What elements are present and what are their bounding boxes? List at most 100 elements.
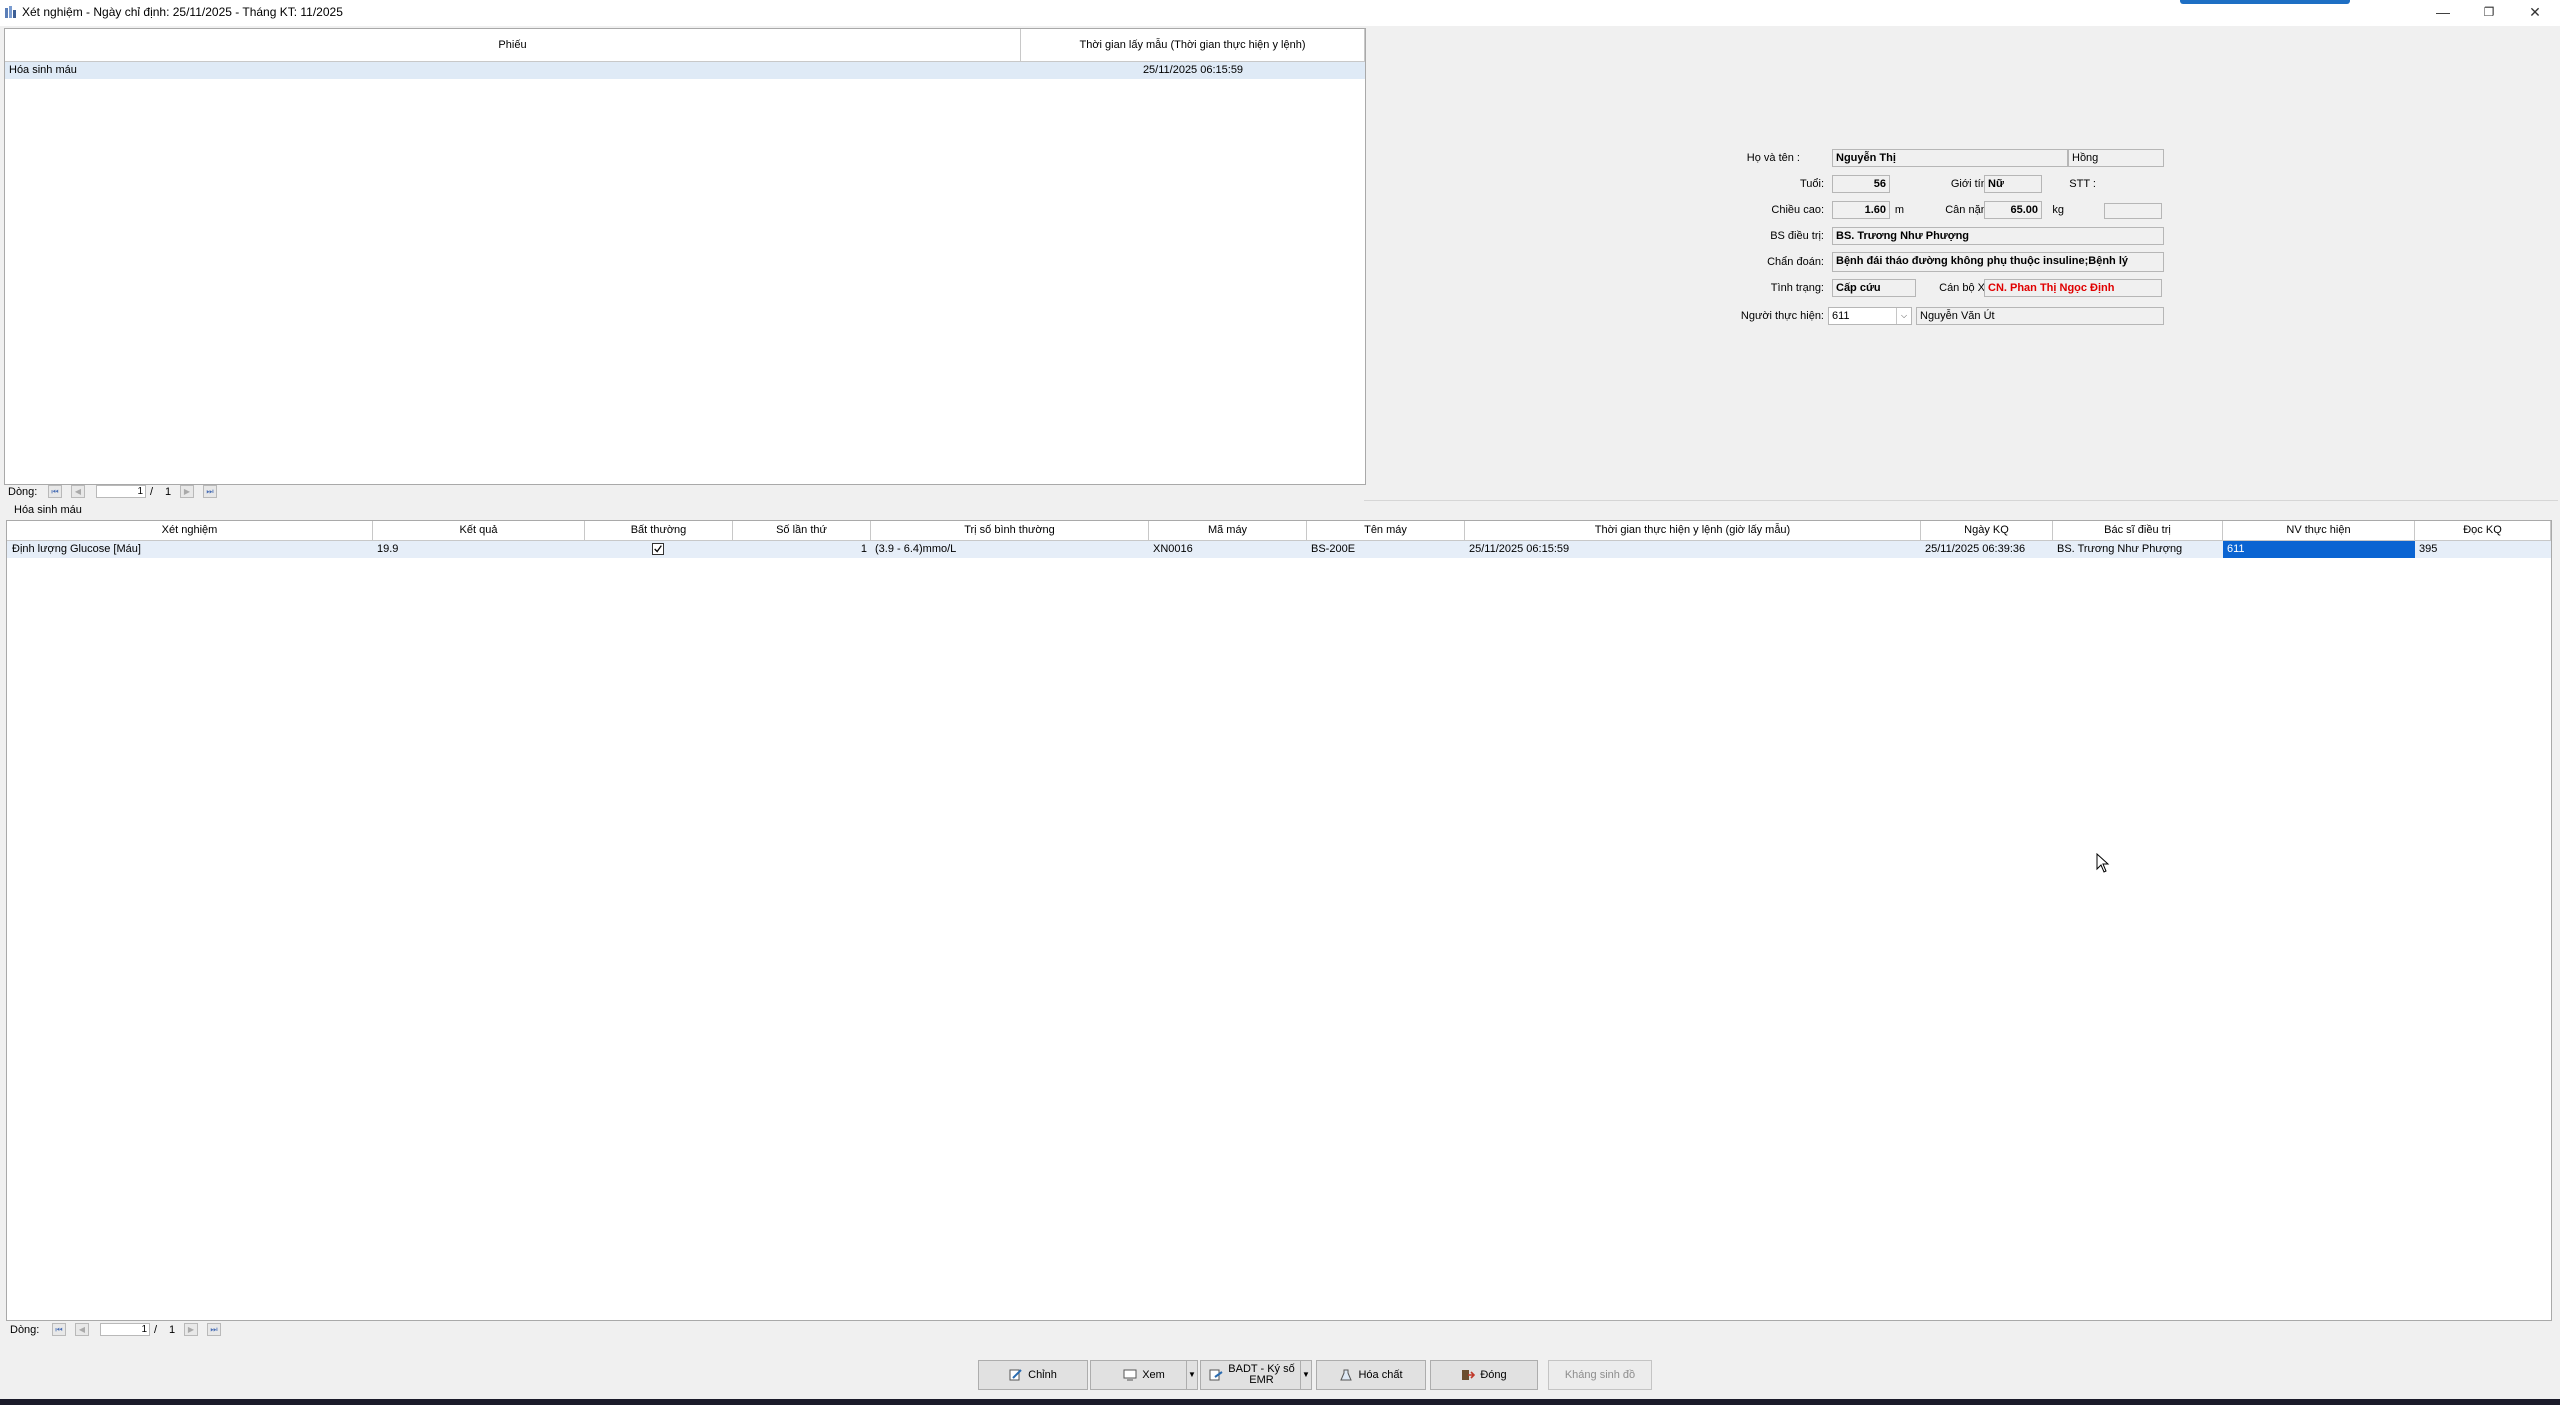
page-input[interactable]: 1	[100, 1323, 150, 1336]
age-field[interactable]: 56	[1832, 175, 1890, 193]
performer-label: Người thực hiện:	[1740, 310, 1824, 322]
height-field[interactable]: 1.60	[1832, 201, 1890, 219]
col-header-reader[interactable]: Đọc KQ	[2415, 521, 2551, 541]
results-group-label: Hóa sinh máu	[14, 504, 82, 516]
col-header-staff[interactable]: NV thực hiện	[2223, 521, 2415, 541]
doctor-label: BS điều trị:	[1770, 230, 1824, 242]
col-header-result[interactable]: Kết quả	[373, 521, 585, 541]
lab-staff-field[interactable]: CN. Phan Thị Ngọc Định	[1984, 279, 2162, 297]
result-staff-cell[interactable]: 611	[2223, 541, 2415, 558]
next-page-button[interactable]: ▶	[184, 1323, 198, 1336]
pager-separator: /	[154, 1324, 158, 1336]
view-label: Xem	[1142, 1369, 1165, 1381]
result-machine-name: BS-200E	[1311, 543, 1356, 555]
antibiotic-label: Kháng sinh đồ	[1564, 1369, 1636, 1381]
col-header-test[interactable]: Xét nghiệm	[7, 521, 373, 541]
abnormal-checkbox[interactable]	[652, 543, 664, 555]
lab-app-icon	[5, 6, 16, 18]
chemicals-label: Hóa chất	[1358, 1369, 1403, 1381]
check-icon	[654, 545, 662, 553]
stt-label: STT :	[2069, 178, 2096, 190]
panel-divider	[1364, 500, 2558, 501]
name-label: Họ và tên :	[1746, 152, 1800, 164]
result-doctor: BS. Trương Như Phượng	[2057, 543, 2183, 555]
pager-label: Dòng:	[8, 486, 38, 498]
restore-button[interactable]: ❐	[2466, 0, 2512, 26]
flask-icon	[1340, 1369, 1353, 1381]
pager-label: Dòng:	[10, 1324, 40, 1336]
col-header-normal-range[interactable]: Trị số bình thường	[871, 521, 1149, 541]
diagnosis-field[interactable]: Bệnh đái tháo đường không phụ thuộc insu…	[1832, 252, 2164, 272]
first-page-button[interactable]: ⏮	[52, 1323, 66, 1336]
title-bar: Xét nghiệm - Ngày chỉ định: 25/11/2025 -…	[0, 0, 2560, 26]
result-date: 25/11/2025 06:39:36	[1925, 543, 2026, 555]
doctor-field[interactable]: BS. Trương Như Phượng	[1832, 227, 2164, 245]
result-reader: 395	[2419, 543, 2438, 555]
gender-label: Giới tính:	[1950, 178, 1996, 190]
status-field[interactable]: Cấp cứu	[1832, 279, 1916, 297]
performer-name-field[interactable]: Nguyễn Văn Út	[1916, 307, 2164, 325]
slips-grid: Phiếu Thời gian lấy mẫu (Thời gian thực …	[4, 28, 1366, 485]
patient-info-panel: Họ và tên : Nguyễn Thị Hồng Tuổi: 56 Giớ…	[1366, 28, 2558, 498]
antibiotic-button[interactable]: Kháng sinh đồ	[1548, 1360, 1652, 1390]
age-label: Tuổi:	[1799, 178, 1824, 190]
last-page-button[interactable]: ⏭	[203, 485, 217, 498]
slip-time: 25/11/2025 06:15:59	[1142, 64, 1244, 76]
col-header-order-time[interactable]: Thời gian thực hiện y lệnh (giờ lấy mẫu)	[1465, 521, 1921, 541]
col-header-sample-time[interactable]: Thời gian lấy mẫu (Thời gian thực hiện y…	[1021, 29, 1365, 62]
pager-total: 1	[165, 486, 172, 498]
title-accent	[2180, 0, 2350, 4]
taskbar-strip	[0, 1399, 2560, 1405]
result-staff: 611	[2227, 543, 2245, 555]
view-button[interactable]: Xem	[1090, 1360, 1198, 1390]
col-header-abnormal[interactable]: Bất thường	[585, 521, 733, 541]
weight-field[interactable]: 65.00	[1984, 201, 2042, 219]
performer-code-value: 611	[1832, 310, 1850, 322]
slips-pager: Dòng: ⏮ ◀ 1 / 1 ▶ ⏭	[8, 484, 228, 500]
minimize-button[interactable]: —	[2420, 0, 2466, 26]
next-page-button[interactable]: ▶	[180, 485, 194, 498]
col-header-doctor[interactable]: Bác sĩ điều trị	[2053, 521, 2223, 541]
edit-icon	[1009, 1369, 1022, 1381]
first-name-field[interactable]: Hồng	[2068, 149, 2164, 167]
col-header-machine-code[interactable]: Mã máy	[1149, 521, 1307, 541]
result-value[interactable]: 19.9	[377, 543, 577, 555]
lab-staff-label: Cán bộ XN:	[1939, 282, 1996, 294]
last-page-button[interactable]: ⏭	[207, 1323, 221, 1336]
result-order-time: 25/11/2025 06:15:59	[1469, 543, 1570, 555]
height-label: Chiều cao:	[1771, 204, 1824, 216]
result-normal-range: (3.9 - 6.4)mmo/L	[875, 543, 957, 555]
badt-sign-button[interactable]: BADT - Ký số EMR	[1200, 1360, 1304, 1390]
badt-dropdown-arrow[interactable]: ▼	[1300, 1360, 1312, 1390]
badt-line-2: EMR	[1249, 1374, 1274, 1386]
gender-field[interactable]: Nữ	[1984, 175, 2042, 193]
badt-sign-label: BADT - Ký số EMR	[1228, 1364, 1294, 1386]
last-name-field[interactable]: Nguyễn Thị	[1832, 149, 2068, 167]
prev-page-button[interactable]: ◀	[71, 485, 85, 498]
col-header-phieu[interactable]: Phiếu	[5, 29, 1021, 62]
col-header-machine-name[interactable]: Tên máy	[1307, 521, 1465, 541]
performer-code-select[interactable]: 611 ⌵	[1828, 307, 1912, 325]
weight-label: Cân nặng:	[1945, 204, 1996, 216]
first-page-button[interactable]: ⏮	[48, 485, 62, 498]
col-header-result-date[interactable]: Ngày KQ	[1921, 521, 2053, 541]
weight-unit: kg	[2052, 204, 2064, 216]
edit-button[interactable]: Chỉnh	[978, 1360, 1088, 1390]
result-test: Định lượng Glucose [Máu]	[12, 543, 141, 555]
page-input[interactable]: 1	[96, 485, 146, 498]
pager-total: 1	[169, 1324, 176, 1336]
chemicals-button[interactable]: Hóa chất	[1316, 1360, 1426, 1390]
results-grid: Xét nghiệm Kết quả Bất thường Số lần thứ…	[6, 520, 2552, 1321]
result-count: 1	[860, 543, 867, 555]
edit-label: Chỉnh	[1028, 1369, 1057, 1381]
prev-page-button[interactable]: ◀	[75, 1323, 89, 1336]
close-window-button[interactable]: ✕	[2512, 0, 2558, 26]
chevron-down-icon[interactable]: ⌵	[1896, 308, 1911, 324]
close-label: Đóng	[1480, 1369, 1507, 1381]
view-dropdown-arrow[interactable]: ▼	[1186, 1360, 1198, 1390]
close-button[interactable]: Đóng	[1430, 1360, 1538, 1390]
stt-field[interactable]	[2104, 203, 2162, 219]
window-title: Xét nghiệm - Ngày chỉ định: 25/11/2025 -…	[22, 5, 343, 19]
col-header-count[interactable]: Số lần thứ	[733, 521, 871, 541]
pager-separator: /	[150, 486, 154, 498]
